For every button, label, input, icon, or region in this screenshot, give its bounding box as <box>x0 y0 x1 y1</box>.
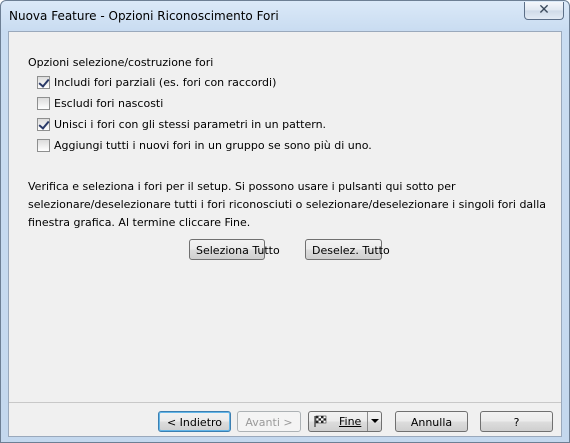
cancel-button[interactable]: Annulla <box>395 411 468 432</box>
checkbox-include-partial[interactable] <box>37 75 50 89</box>
footer-divider <box>9 402 561 403</box>
finish-dropdown-toggle[interactable] <box>367 412 382 431</box>
option-label: Includi fori parziali (es. fori con racc… <box>54 75 277 89</box>
dialog-window: Nuova Feature - Opzioni Riconoscimento F… <box>0 0 570 443</box>
close-button[interactable]: ✕ <box>524 2 564 20</box>
option-label: Escludi fori nascosti <box>54 96 164 110</box>
select-all-button[interactable]: Seleziona Tutto <box>189 239 280 260</box>
option-add-to-group[interactable]: Aggiungi tutti i nuovi fori in un gruppo… <box>37 138 372 152</box>
options-section-label: Opzioni selezione/costruzione fori <box>28 56 214 69</box>
finish-label[interactable]: Fine <box>339 412 361 431</box>
option-merge-into-pattern[interactable]: Unisci i fori con gli stessi parametri i… <box>37 117 326 131</box>
option-include-partial-holes[interactable]: Includi fori parziali (es. fori con racc… <box>37 75 276 89</box>
chevron-down-icon <box>371 419 379 423</box>
next-button[interactable]: Avanti > <box>237 411 301 432</box>
deselect-all-button[interactable]: Deselez. Tutto <box>305 239 390 260</box>
option-label: Unisci i fori con gli stessi parametri i… <box>54 117 327 131</box>
instructions-text: Verifica e seleziona i fori per il setup… <box>28 180 547 229</box>
option-exclude-hidden-holes[interactable]: Escludi fori nascosti <box>37 96 163 110</box>
window-title: Nuova Feature - Opzioni Riconoscimento F… <box>9 9 279 23</box>
help-button[interactable]: ? <box>480 411 553 432</box>
checkbox-add-group[interactable] <box>37 138 50 152</box>
finish-split-button[interactable]: Fine <box>308 411 382 432</box>
checkered-flag-icon <box>314 415 327 427</box>
option-label: Aggiungi tutti i nuovi fori in un gruppo… <box>54 138 372 152</box>
close-icon: ✕ <box>538 2 550 18</box>
checkbox-exclude-hidden[interactable] <box>37 96 50 110</box>
back-button[interactable]: < Indietro <box>158 411 231 432</box>
title-bar[interactable]: Nuova Feature - Opzioni Riconoscimento F… <box>1 1 569 31</box>
checkbox-merge-pattern[interactable] <box>37 117 50 131</box>
dialog-body <box>8 31 562 437</box>
